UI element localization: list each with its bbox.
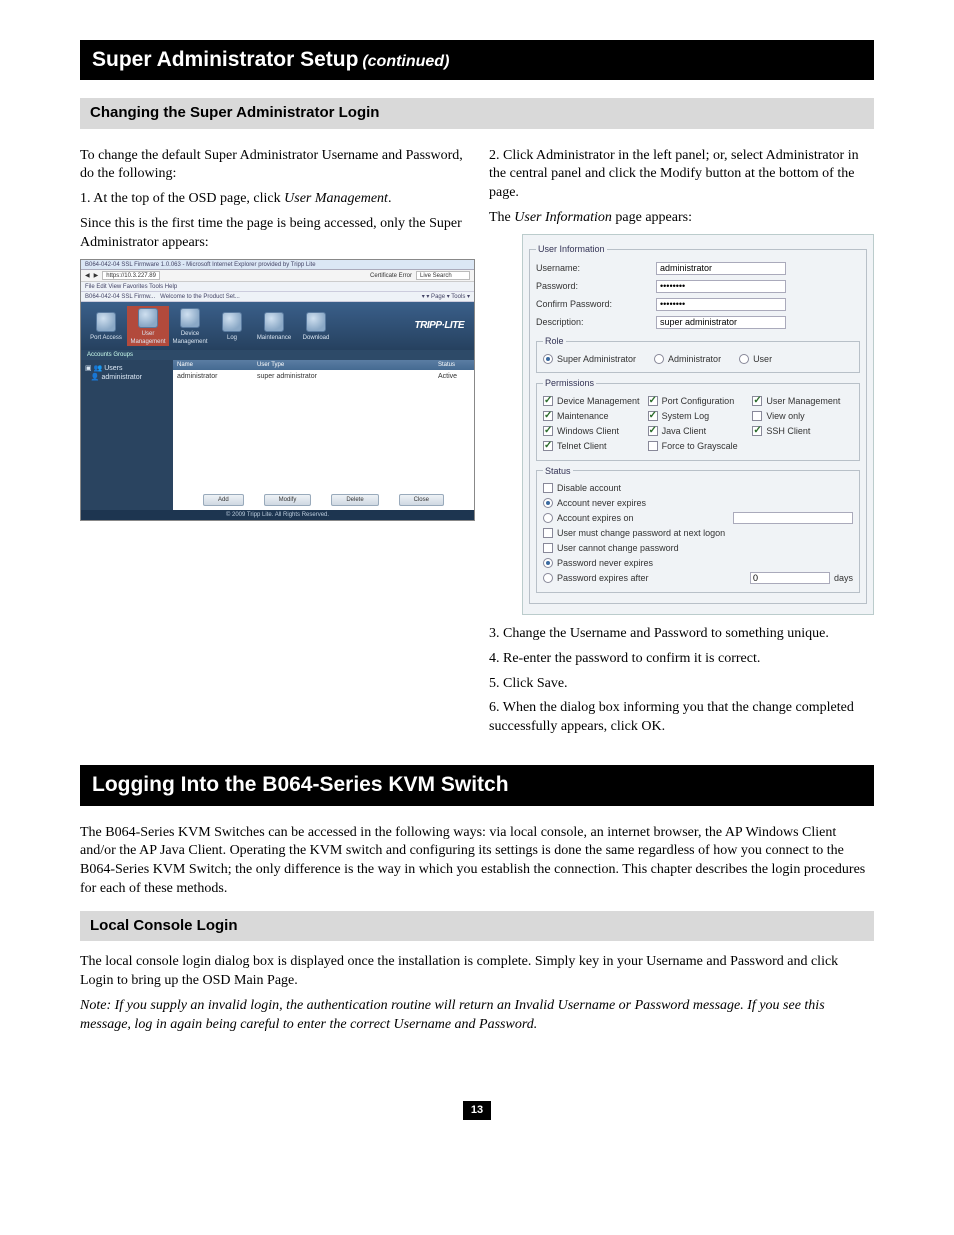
username-label: Username: — [536, 262, 656, 274]
disable-account-check[interactable] — [543, 483, 553, 493]
must-change-password-check[interactable] — [543, 528, 553, 538]
log-icon — [222, 312, 242, 332]
step-3: 3. Change the Username and Password to s… — [489, 625, 874, 644]
section-title-logging: Logging Into the B064-Series KVM Switch — [92, 773, 509, 796]
confirm-password-field[interactable] — [656, 298, 786, 311]
description-label: Description: — [536, 316, 656, 328]
search-box[interactable]: Live Search — [416, 271, 470, 280]
perm-windows-client-check[interactable] — [543, 426, 553, 436]
page-number: 13 — [463, 1101, 491, 1120]
subtabs[interactable]: Accounts Groups — [81, 350, 474, 360]
browser-menu: File Edit View Favorites Tools Help — [81, 282, 474, 292]
first-access-note: Since this is the first time the page is… — [80, 215, 465, 253]
step-2: 2. Click Administrator in the left panel… — [489, 147, 874, 204]
action-button-row: Add Modify Delete Close — [173, 494, 474, 506]
local-console-paragraph: The local console login dialog box is di… — [80, 953, 874, 991]
delete-button[interactable]: Delete — [331, 494, 378, 506]
left-tree-panel: ▣ 👥 Users 👤 administrator — [81, 360, 173, 510]
close-button[interactable]: Close — [399, 494, 444, 506]
user-info-appears: The User Information page appears: — [489, 209, 874, 228]
device-icon — [180, 308, 200, 328]
tool-device-management[interactable]: Device Management — [169, 306, 211, 346]
role-user-radio[interactable] — [739, 354, 749, 364]
password-expire-days-field[interactable] — [750, 572, 830, 584]
perm-port-configuration-check[interactable] — [648, 396, 658, 406]
perm-maintenance-check[interactable] — [543, 411, 553, 421]
add-button[interactable]: Add — [203, 494, 244, 506]
perm-device-management-check[interactable] — [543, 396, 553, 406]
users-icon — [138, 308, 158, 328]
tool-user-management[interactable]: User Management — [127, 306, 169, 346]
perm-system-log-check[interactable] — [648, 411, 658, 421]
left-column: To change the default Super Administrato… — [80, 141, 465, 744]
tool-log[interactable]: Log — [211, 310, 253, 342]
right-column: 2. Click Administrator in the left panel… — [489, 141, 874, 744]
step-1: 1. At the top of the OSD page, click Use… — [80, 190, 465, 209]
cert-error-badge: Certificate Error — [370, 272, 412, 280]
perm-java-client-check[interactable] — [648, 426, 658, 436]
tool-port-access[interactable]: Port Access — [85, 310, 127, 342]
osd-toolbar: Port Access User Management Device Manag… — [81, 302, 474, 350]
password-expires-after-radio[interactable] — [543, 573, 553, 583]
cube-icon — [96, 312, 116, 332]
modify-button[interactable]: Modify — [264, 494, 312, 506]
step-6: 6. When the dialog box informing you tha… — [489, 699, 874, 737]
user-information-group: User Information Username: Password: Con… — [529, 243, 867, 604]
brand-logo: TRIPP·LITE — [415, 319, 470, 333]
password-field[interactable] — [656, 280, 786, 293]
wrench-icon — [264, 312, 284, 332]
role-group: Role Super Administrator Administrator U… — [536, 335, 860, 373]
table-row[interactable]: administrator super administrator Active — [173, 370, 474, 383]
section-title: Super Administrator Setup — [92, 48, 358, 71]
user-list-panel: Name User Type Status administrator supe… — [173, 360, 474, 510]
section-header-super-admin: Super Administrator Setup (continued) — [80, 40, 874, 80]
step-5: 5. Click Save. — [489, 675, 874, 694]
column-headers: Name User Type Status — [173, 360, 474, 370]
account-expires-date-field[interactable] — [733, 512, 853, 524]
tool-maintenance[interactable]: Maintenance — [253, 310, 295, 342]
invalid-login-note: Note: If you supply an invalid login, th… — [80, 997, 874, 1035]
perm-telnet-client-check[interactable] — [543, 441, 553, 451]
download-icon — [306, 312, 326, 332]
account-never-expires-radio[interactable] — [543, 498, 553, 508]
role-super-admin-radio[interactable] — [543, 354, 553, 364]
status-group: Status Disable account Account never exp… — [536, 465, 860, 593]
url-field[interactable]: https://10.3.227.89 — [102, 271, 160, 280]
confirm-password-label: Confirm Password: — [536, 298, 656, 310]
perm-ssh-client-check[interactable] — [752, 426, 762, 436]
intro-paragraph: To change the default Super Administrato… — [80, 147, 465, 185]
role-admin-radio[interactable] — [654, 354, 664, 364]
description-field[interactable] — [656, 316, 786, 329]
section-subtitle: (continued) — [362, 53, 449, 70]
permissions-group: Permissions Device Management Port Confi… — [536, 377, 860, 460]
screenshot-user-information-dialog: User Information Username: Password: Con… — [522, 234, 874, 615]
copyright-footer: © 2009 Tripp Lite. All Rights Reserved. — [81, 510, 474, 520]
username-field[interactable] — [656, 262, 786, 275]
tree-item-administrator[interactable]: administrator — [102, 374, 142, 381]
password-never-expires-radio[interactable] — [543, 558, 553, 568]
fwd-icon[interactable]: ▶ — [94, 272, 99, 280]
perm-grayscale-check[interactable] — [648, 441, 658, 451]
subsection-local-console: Local Console Login — [80, 911, 874, 941]
tool-download[interactable]: Download — [295, 310, 337, 342]
section-header-logging-in: Logging Into the B064-Series KVM Switch — [80, 765, 874, 805]
browser-tabs-row: B064-042-04 SSL Firmw... Welcome to the … — [81, 292, 474, 302]
perm-user-management-check[interactable] — [752, 396, 762, 406]
browser-tools-icons: ▾ ▾ Page ▾ Tools ▾ — [422, 293, 470, 300]
back-icon[interactable]: ◀ — [85, 272, 90, 280]
step-4: 4. Re-enter the password to confirm it i… — [489, 650, 874, 669]
cannot-change-password-check[interactable] — [543, 543, 553, 553]
logging-intro-paragraph: The B064-Series KVM Switches can be acce… — [80, 824, 874, 900]
screenshot-user-management-page: B064-042-04 SSL Firmware 1.0.063 - Micro… — [80, 259, 475, 521]
address-bar: ◀ ▶ https://10.3.227.89 Certificate Erro… — [81, 270, 474, 282]
perm-view-only-check[interactable] — [752, 411, 762, 421]
window-title: B064-042-04 SSL Firmware 1.0.063 - Micro… — [81, 260, 474, 270]
subsection-changing-login: Changing the Super Administrator Login — [80, 98, 874, 128]
account-expires-on-radio[interactable] — [543, 513, 553, 523]
password-label: Password: — [536, 280, 656, 292]
